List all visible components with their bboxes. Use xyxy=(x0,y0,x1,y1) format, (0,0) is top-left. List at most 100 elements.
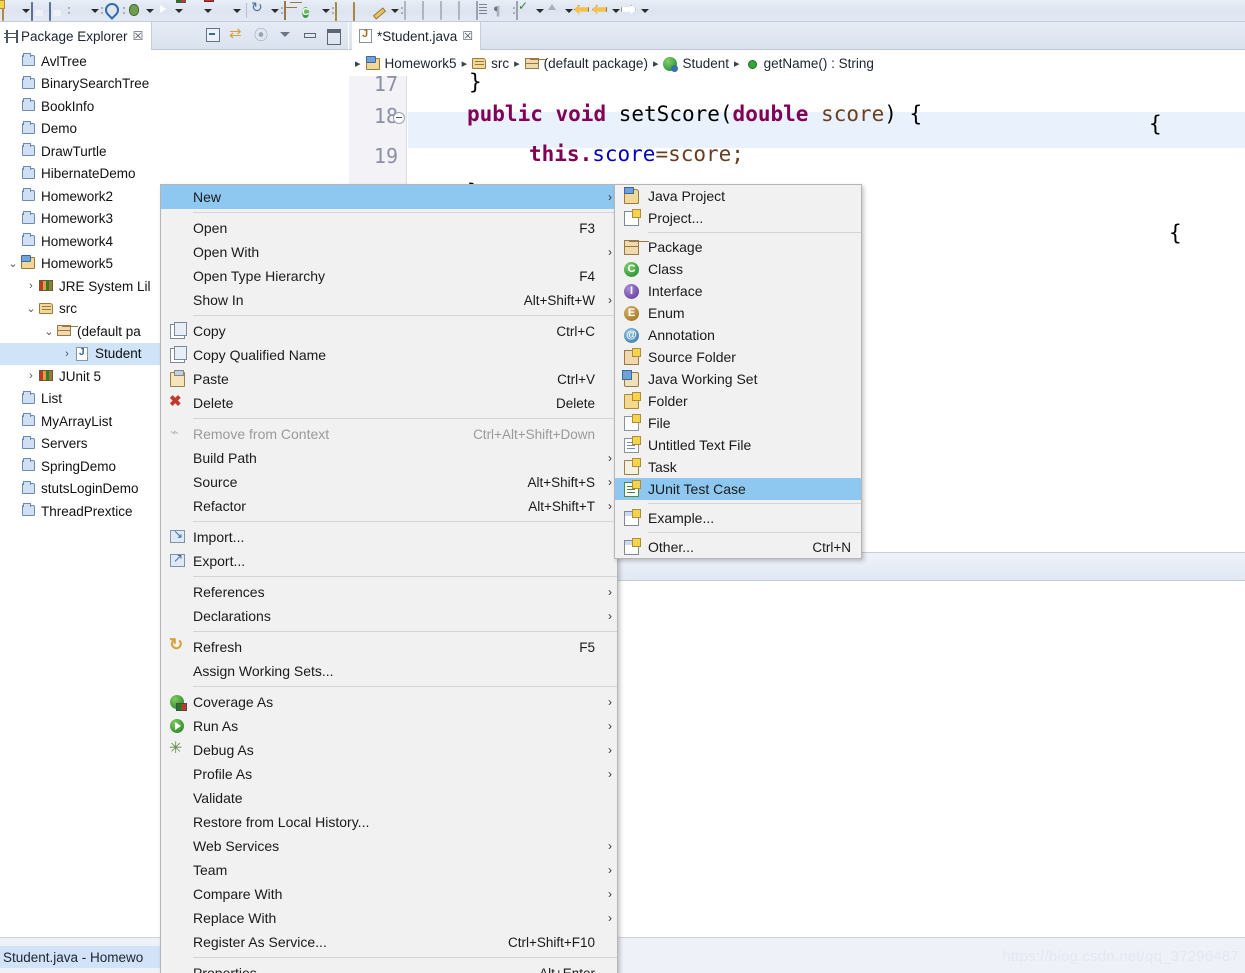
submenu-item-annotation[interactable]: @ Annotation xyxy=(615,324,861,346)
toolbar-last-edit-button[interactable] xyxy=(404,0,422,21)
submenu-item-java-project[interactable]: Java Project xyxy=(615,185,861,207)
close-icon[interactable]: ☒ xyxy=(133,29,144,43)
toolbar-pencil-button[interactable] xyxy=(422,0,440,21)
menu-item-register-as-service[interactable]: Register As Service... Ctrl+Shift+F10 xyxy=(161,930,617,954)
submenu-item-example[interactable]: Example... xyxy=(615,507,861,529)
toolbar-open-folder-button[interactable] xyxy=(353,1,371,21)
submenu-item-enum[interactable]: E Enum xyxy=(615,302,861,324)
menu-item-compare-with[interactable]: Compare With › xyxy=(161,882,617,906)
menu-item-debug-as[interactable]: Debug As › xyxy=(161,738,617,762)
menu-item-profile-as[interactable]: Profile As › xyxy=(161,762,617,786)
tree-item-drawturtle[interactable]: DrawTurtle xyxy=(0,140,348,163)
menu-item-import[interactable]: Import... xyxy=(161,525,617,549)
menu-item-properties[interactable]: Properties Alt+Enter xyxy=(161,961,617,973)
expand-toggle-icon[interactable]: ⌄ xyxy=(24,302,38,315)
toolbar-forward-button[interactable] xyxy=(621,1,650,21)
breadcrumb-item-homework5[interactable]: Homework5 xyxy=(365,55,457,71)
menu-item-export[interactable]: Export... xyxy=(161,549,617,573)
chevron-down-icon[interactable] xyxy=(610,2,621,20)
menu-item-run-as[interactable]: Run As › xyxy=(161,714,617,738)
minimize-icon[interactable] xyxy=(301,26,318,43)
toolbar-back-yellow-button[interactable] xyxy=(592,1,621,21)
link-with-editor-icon[interactable] xyxy=(229,24,246,43)
toolbar-back-button[interactable] xyxy=(574,1,592,21)
menu-item-show-in[interactable]: Show In Alt+Shift+W › xyxy=(161,288,617,312)
chevron-down-icon[interactable] xyxy=(202,2,213,20)
tree-item-binarysearchtree[interactable]: BinarySearchTree xyxy=(0,73,348,96)
chevron-down-icon[interactable] xyxy=(534,2,545,20)
submenu-item-class[interactable]: C Class xyxy=(615,258,861,280)
submenu-item-task[interactable]: Task xyxy=(615,456,861,478)
expand-toggle-icon[interactable]: › xyxy=(24,280,38,292)
chevron-down-icon[interactable] xyxy=(173,2,184,20)
chevron-down-icon[interactable] xyxy=(639,2,650,20)
menu-item-refresh[interactable]: Refresh F5 xyxy=(161,635,617,659)
toolbar-save-button[interactable] xyxy=(31,1,49,21)
toolbar-task-button[interactable] xyxy=(516,0,545,21)
tree-item-avltree[interactable]: AvlTree xyxy=(0,50,348,73)
toolbar-new-class-button[interactable]: C xyxy=(302,1,331,21)
toolbar-new-package-button[interactable] xyxy=(284,0,302,21)
expand-toggle-icon[interactable]: ⌄ xyxy=(42,325,56,338)
submenu-item-java-working-set[interactable]: Java Working Set xyxy=(615,368,861,390)
toolbar-link-button[interactable] xyxy=(440,0,458,21)
view-dropdown-icon[interactable] xyxy=(277,26,294,43)
fold-marker-icon[interactable] xyxy=(393,112,405,124)
submenu-item-folder[interactable]: Folder xyxy=(615,390,861,412)
breadcrumb-item-getname-string[interactable]: getName() : String xyxy=(745,56,874,71)
toolbar-debug-button[interactable] xyxy=(126,1,155,21)
chevron-down-icon[interactable] xyxy=(231,2,242,20)
menu-item-references[interactable]: References › xyxy=(161,580,617,604)
menu-item-paste[interactable]: Paste Ctrl+V xyxy=(161,367,617,391)
toolbar-refresh-button[interactable] xyxy=(251,1,280,21)
chevron-down-icon[interactable] xyxy=(269,2,280,20)
menu-item-validate[interactable]: Validate xyxy=(161,786,617,810)
view-menu-icon[interactable] xyxy=(253,25,270,45)
context-menu[interactable]: New › Open F3 Open With › Open Type Hierarchy F… xyxy=(160,184,618,973)
chevron-down-icon[interactable] xyxy=(20,2,31,20)
menu-item-open-with[interactable]: Open With › xyxy=(161,240,617,264)
breadcrumb[interactable]: ▸ Homework5 ▸ src ▸ (default package) ▸ Student… xyxy=(349,50,1245,76)
toolbar-new-file-button[interactable] xyxy=(2,1,31,21)
menu-item-copy[interactable]: Copy Ctrl+C xyxy=(161,319,617,343)
tree-item-bookinfo[interactable]: BookInfo xyxy=(0,95,348,118)
tab-package-explorer[interactable]: Package Explorer ☒ xyxy=(0,22,153,50)
submenu-item-source-folder[interactable]: Source Folder xyxy=(615,346,861,368)
menu-item-web-services[interactable]: Web Services › xyxy=(161,834,617,858)
chevron-down-icon[interactable] xyxy=(89,2,100,20)
menu-item-replace-with[interactable]: Replace With › xyxy=(161,906,617,930)
toolbar-search-button[interactable] xyxy=(371,1,400,21)
maximize-icon[interactable] xyxy=(325,26,342,45)
new-submenu[interactable]: Java Project Project... Package C Class I Inte… xyxy=(614,184,862,559)
tree-item-hibernatedemo[interactable]: HibernateDemo xyxy=(0,163,348,186)
chevron-down-icon[interactable] xyxy=(389,2,400,20)
submenu-item-interface[interactable]: I Interface xyxy=(615,280,861,302)
submenu-item-other[interactable]: Other... Ctrl+N xyxy=(615,536,861,558)
close-icon[interactable]: ☒ xyxy=(462,29,473,43)
toolbar-toggle-breakpoint-button[interactable] xyxy=(104,1,122,21)
menu-item-source[interactable]: Source Alt+Shift+S › xyxy=(161,470,617,494)
submenu-item-junit-test-case[interactable]: JUnit Test Case xyxy=(615,478,861,500)
tree-item-demo[interactable]: Demo xyxy=(0,118,348,141)
breadcrumb-item-src[interactable]: src xyxy=(472,56,509,71)
toolbar-run-button[interactable] xyxy=(155,1,184,21)
chevron-down-icon[interactable] xyxy=(144,2,155,20)
menu-item-coverage-as[interactable]: Coverage As › xyxy=(161,690,617,714)
submenu-item-project[interactable]: Project... xyxy=(615,207,861,229)
menu-item-restore-from-local-history[interactable]: Restore from Local History... xyxy=(161,810,617,834)
toolbar-paragraph-button[interactable]: ¶ xyxy=(494,1,512,21)
menu-item-refactor[interactable]: Refactor Alt+Shift+T › xyxy=(161,494,617,518)
toolbar-save-all-button[interactable] xyxy=(49,1,67,21)
tab-student-java[interactable]: *Student.java ☒ xyxy=(352,22,482,50)
toolbar-open-type-button[interactable] xyxy=(335,1,353,21)
submenu-item-package[interactable]: Package xyxy=(615,236,861,258)
expand-toggle-icon[interactable]: › xyxy=(24,370,38,382)
expand-toggle-icon[interactable]: ⌄ xyxy=(6,257,20,270)
breadcrumb-item-student[interactable]: Student xyxy=(663,56,729,72)
submenu-item-untitled-text-file[interactable]: Untitled Text File xyxy=(615,434,861,456)
expand-toggle-icon[interactable]: › xyxy=(60,348,74,360)
menu-item-assign-working-sets[interactable]: Assign Working Sets... xyxy=(161,659,617,683)
menu-item-open[interactable]: Open F3 xyxy=(161,216,617,240)
menu-item-declarations[interactable]: Declarations › xyxy=(161,604,617,628)
menu-item-copy-qualified-name[interactable]: Copy Qualified Name xyxy=(161,343,617,367)
